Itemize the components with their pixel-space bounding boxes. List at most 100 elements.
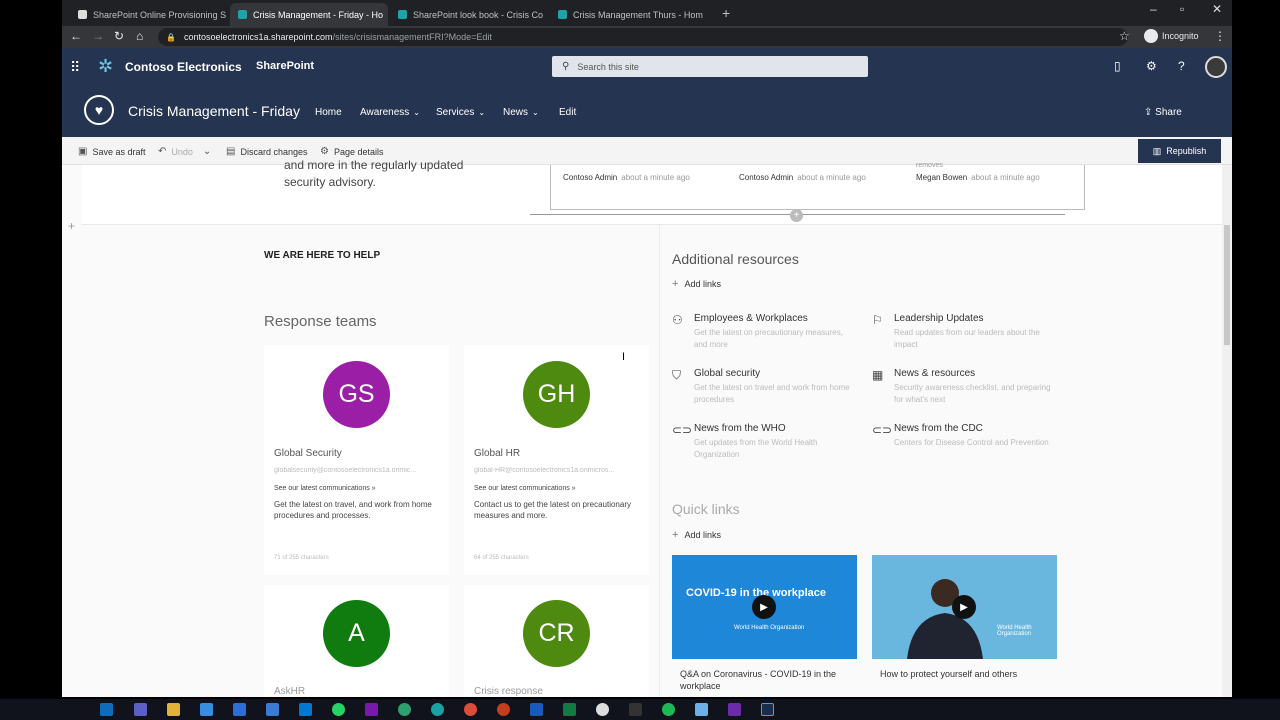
org-name[interactable]: Contoso Electronics [125,60,242,74]
nav-label: Awareness [360,107,410,118]
app-name[interactable]: SharePoint [256,60,314,72]
team-name: AskHR [274,686,306,697]
team-card[interactable]: GS Global Security globalsecurity@contos… [264,345,449,575]
team-card[interactable]: CR Crisis response [464,585,649,697]
play-icon[interactable]: ▶ [752,595,776,619]
close-icon[interactable]: ✕ [226,9,228,20]
tab-look-book[interactable]: SharePoint look book - Crisis Co ✕ [390,3,548,26]
heart-logo-icon[interactable]: ♥ [84,95,114,125]
reload-icon[interactable]: ↻ [114,29,124,43]
republish-button[interactable]: ▥ Republish [1138,139,1221,163]
edge-icon[interactable] [431,703,444,716]
add-section-icon[interactable]: + [68,219,75,233]
close-icon[interactable]: ✕ [543,9,548,20]
chevron-down-icon: ⌄ [202,146,212,157]
video-thumbnail[interactable]: COVID-19 in the workplace ▶ World Health… [672,555,857,659]
team-email[interactable]: global-HR@contosoelectronics1a.onmicros.… [474,467,642,474]
people-app-icon[interactable] [266,703,279,716]
team-description[interactable]: Contact us to get the latest on precauti… [474,499,642,521]
word-icon[interactable] [530,703,543,716]
settings-gear-icon[interactable]: ⚙ [1146,59,1157,73]
close-icon[interactable]: ✕ [383,9,388,20]
todo-icon[interactable] [200,703,213,716]
nav-edit[interactable]: Edit [559,107,576,118]
bookmark-star-icon[interactable]: ☆ [1119,29,1130,43]
speaker-image [907,579,983,659]
tab-crisis-friday[interactable]: Crisis Management - Friday - Ho ✕ [230,3,388,26]
edge-dev-icon[interactable] [398,703,411,716]
home-icon[interactable]: ⌂ [136,29,143,43]
onenote-icon[interactable] [365,703,378,716]
nav-awareness[interactable]: Awareness ⌄ [360,107,420,118]
minimize-icon[interactable]: – [1150,2,1157,16]
spotify-icon[interactable] [662,703,675,716]
new-tab-icon[interactable]: + [722,5,730,21]
teams-icon[interactable] [134,703,147,716]
news-time: about a minute ago [971,173,1040,182]
add-links-button[interactable]: + Add links [672,529,721,541]
page-details-button[interactable]: ⚙ Page details [320,146,384,157]
discard-button[interactable]: ▤ Discard changes [226,146,308,157]
team-email[interactable]: globalsecurity@contosoelectronics1a.onmi… [274,467,442,474]
notes-icon[interactable] [695,703,708,716]
powerpoint-icon[interactable] [497,703,510,716]
play-icon[interactable]: ▶ [952,595,976,619]
save-draft-button[interactable]: ▣ Save as draft [78,146,145,157]
undo-button[interactable]: ↶ Undo ⌄ [158,146,216,157]
scrollbar-thumb[interactable] [1224,225,1230,345]
team-link[interactable]: See our latest communications » [474,485,576,492]
top-section: and more in the regularly updated securi… [82,158,1224,225]
chevron-down-icon: ⌄ [478,108,486,117]
chrome-icon[interactable] [464,703,477,716]
notifications-icon[interactable]: ▯ [1114,59,1121,73]
back-icon[interactable]: ← [70,29,82,43]
search-box[interactable]: ⚲ Search this site [552,56,868,77]
team-link[interactable]: See our latest communications » [274,485,376,492]
tab-provisioning[interactable]: SharePoint Online Provisioning S ✕ [70,3,228,26]
app-launcher-icon[interactable]: ⠿ [70,59,80,76]
excel-icon[interactable] [563,703,576,716]
forward-icon[interactable]: → [92,29,104,43]
camera-app-icon[interactable] [596,703,609,716]
outlook-icon[interactable] [100,703,113,716]
terminal-icon[interactable] [629,703,642,716]
add-webpart-icon[interactable]: + [790,209,803,222]
quicklinks-heading: Quick links [672,501,740,517]
close-icon[interactable]: ✕ [703,9,708,20]
add-links-button[interactable]: + Add links [672,278,721,290]
resource-desc: Centers for Disease Control and Preventi… [894,438,1049,447]
maximize-icon[interactable]: ▫ [1180,2,1184,16]
contoso-logo-icon: ✲ [98,56,114,76]
video-caption[interactable]: Q&A on Coronavirus - COVID-19 in the wor… [680,668,860,692]
video-caption[interactable]: How to protect yourself and others [880,668,1060,680]
more-menu-icon[interactable]: ⋮ [1214,29,1226,43]
video-thumbnail[interactable]: ▶ World Health Organization [872,555,1057,659]
team-card[interactable]: A AskHR [264,585,449,697]
photoshop-icon[interactable] [761,703,774,716]
document-icon[interactable] [299,703,312,716]
team-card[interactable]: GH Global HR global-HR@contosoelectronic… [464,345,649,575]
premiere-icon[interactable] [728,703,741,716]
team-description[interactable]: Get the latest on travel, and work from … [274,499,442,521]
help-icon[interactable]: ? [1178,59,1185,73]
nav-home[interactable]: Home [315,107,342,118]
news-webpart[interactable]: removes Contoso Admin about a minute ago … [550,162,1085,210]
whatsapp-icon[interactable] [332,703,345,716]
incognito-icon [1144,29,1158,43]
tab-crisis-thurs[interactable]: Crisis Management Thurs - Hom ✕ [550,3,708,26]
sharepoint-favicon-icon [238,10,247,19]
nav-services[interactable]: Services ⌄ [436,107,485,118]
user-avatar[interactable] [1205,56,1227,78]
browser-window: SharePoint Online Provisioning S ✕ Crisi… [62,0,1232,697]
profile-button[interactable]: Incognito [1144,29,1199,43]
app-icon[interactable] [233,703,246,716]
url-path: /sites/crisismanagementFRI?Mode=Edit [332,32,492,42]
site-title[interactable]: Crisis Management - Friday [128,103,300,119]
window-close-icon[interactable]: ✕ [1212,2,1222,16]
nav-news[interactable]: News ⌄ [503,107,539,118]
url-bar[interactable]: 🔒 contosoelectronics1a.sharepoint.com/si… [158,28,1128,46]
share-button[interactable]: ⇪ Share [1144,107,1182,118]
advisory-text[interactable]: and more in the regularly updated securi… [284,157,504,191]
file-explorer-icon[interactable] [167,703,180,716]
people-icon: ⚇ [672,313,683,327]
